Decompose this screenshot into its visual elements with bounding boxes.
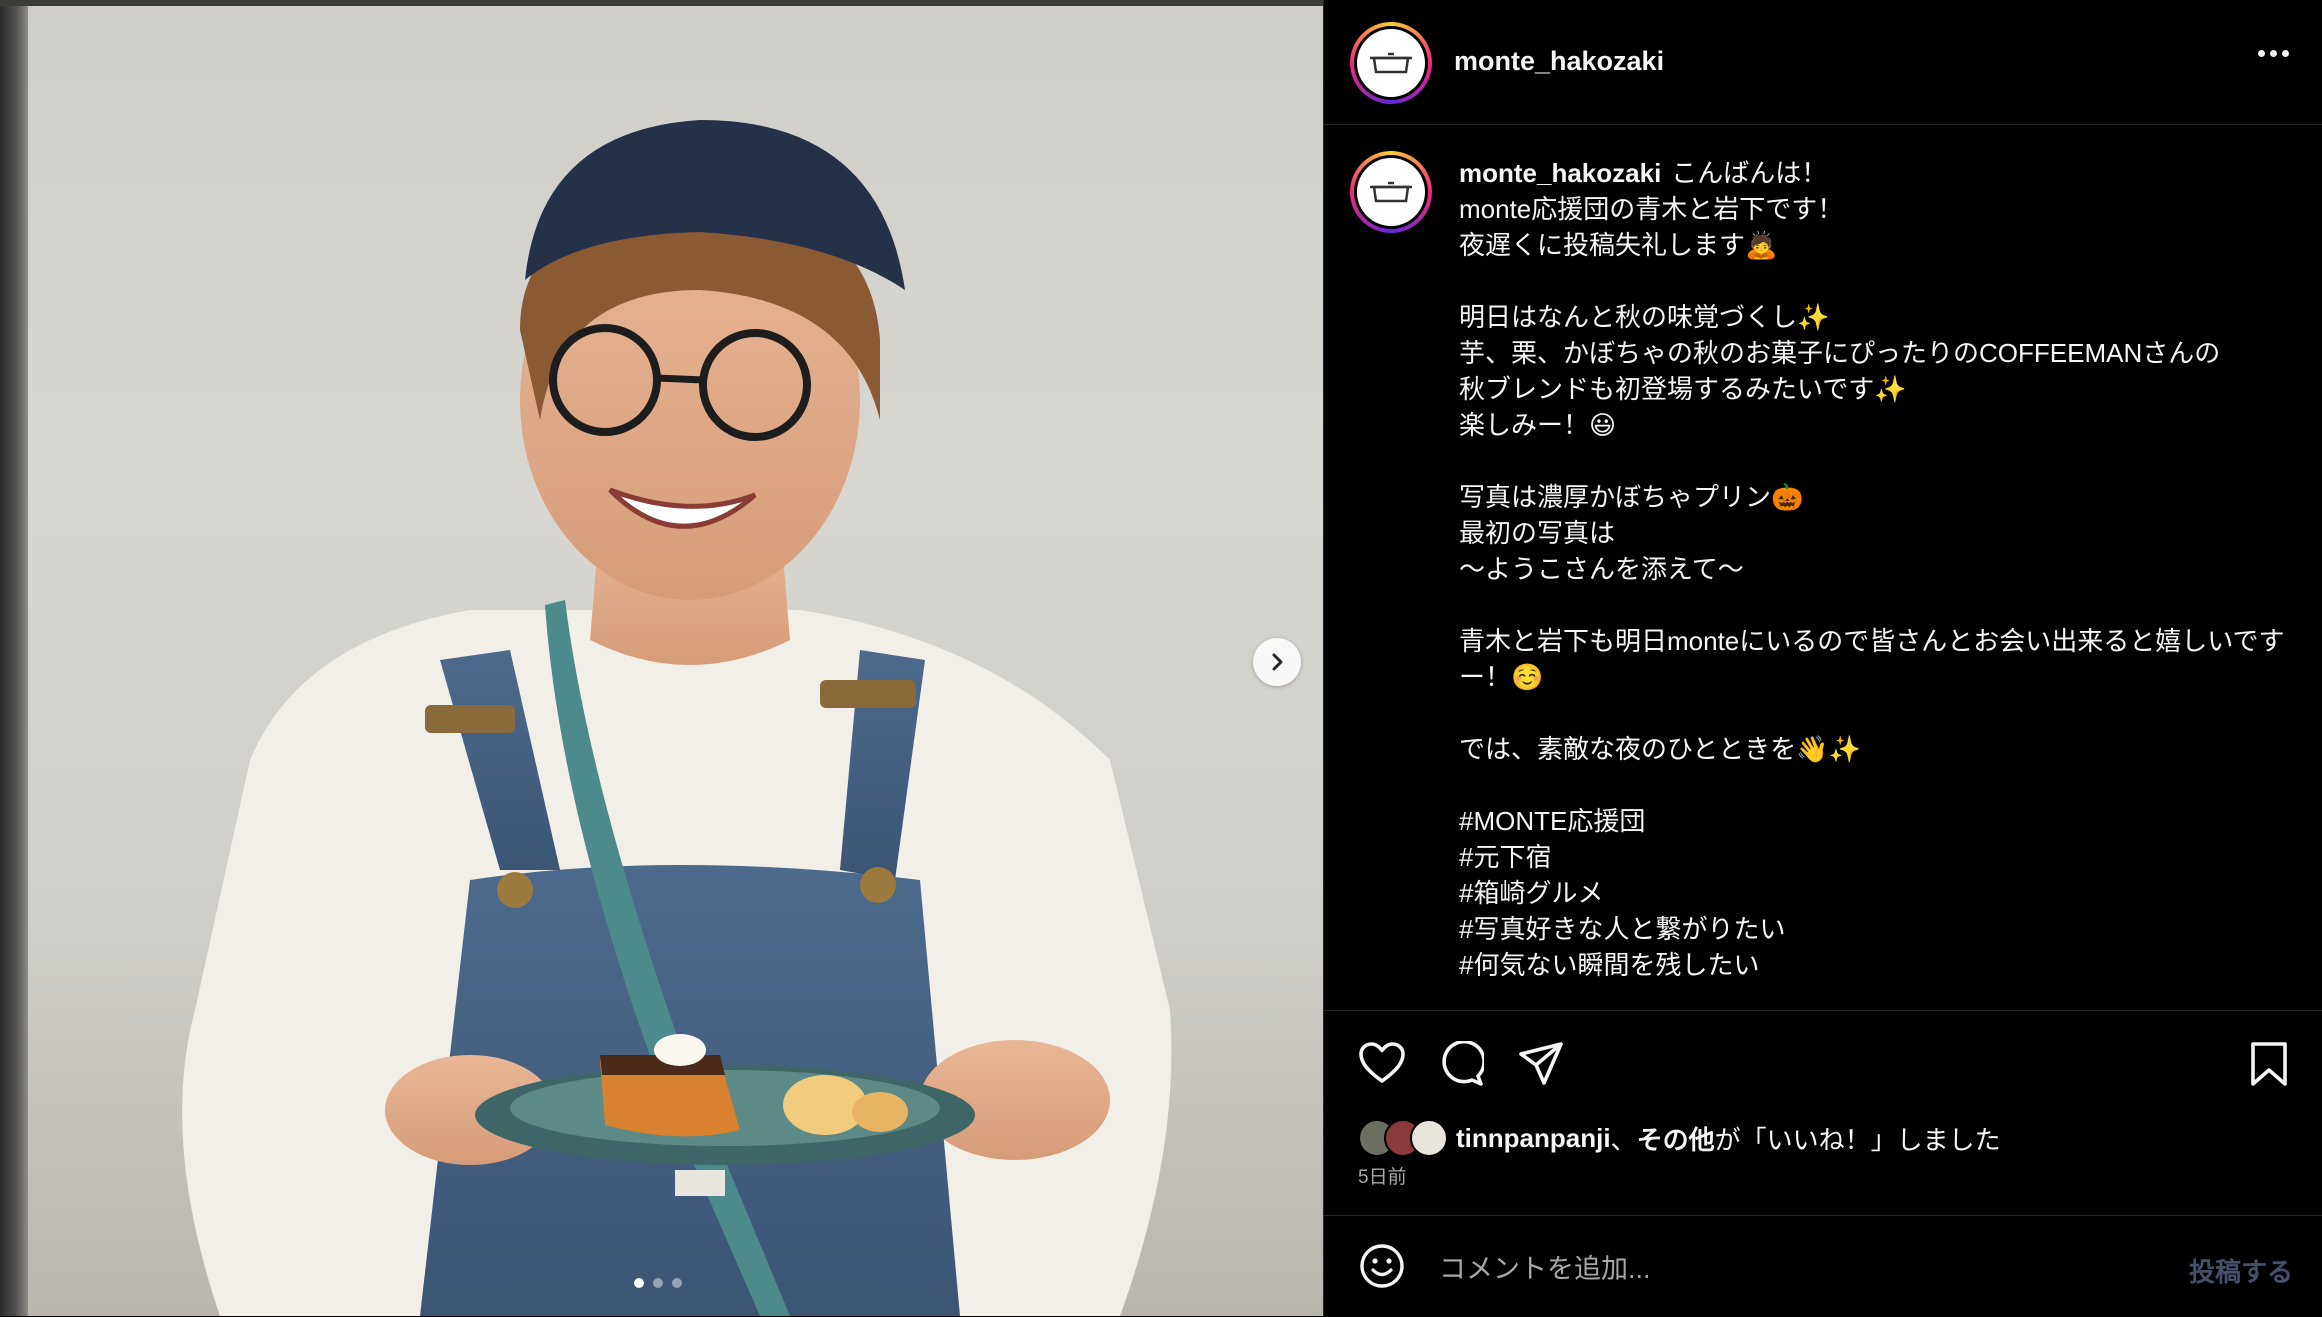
save-button[interactable] bbox=[2249, 1041, 2289, 1092]
post-header: monte_hakozaki bbox=[1324, 0, 2322, 125]
carousel-next-button[interactable] bbox=[1253, 638, 1301, 686]
liker-avatar[interactable] bbox=[1410, 1119, 1448, 1157]
chevron-right-icon bbox=[1272, 653, 1283, 671]
carousel-dot bbox=[634, 1278, 644, 1288]
comment-bubble-icon bbox=[1442, 1039, 1486, 1086]
pot-logo-icon bbox=[1370, 181, 1412, 203]
photo-illustration bbox=[182, 120, 1172, 1316]
bookmark-icon bbox=[2251, 1042, 2287, 1086]
heart-icon bbox=[1359, 1042, 1405, 1083]
more-dot-icon bbox=[2270, 50, 2277, 57]
post-actions: tinnpanpanji、その他 が「いいね！」しました 5日前 bbox=[1324, 1010, 2322, 1221]
caption-avatar[interactable] bbox=[1350, 151, 1432, 233]
share-button[interactable] bbox=[1518, 1041, 1564, 1092]
comments-scroll-area[interactable]: monte_hakozaki こんばんは！ monte応援団の青木と岩下です！ 夜… bbox=[1324, 125, 2322, 1005]
avatar[interactable] bbox=[1350, 22, 1432, 104]
caption-username[interactable]: monte_hakozaki bbox=[1459, 158, 1661, 188]
more-dot-icon bbox=[2282, 50, 2289, 57]
carousel-dot bbox=[672, 1278, 682, 1288]
comment-input[interactable] bbox=[1437, 1246, 2141, 1292]
more-options-button[interactable] bbox=[2258, 50, 2289, 57]
emoji-button[interactable] bbox=[1358, 1242, 1406, 1295]
header-username[interactable]: monte_hakozaki bbox=[1454, 46, 1664, 77]
post-comment-button[interactable]: 投稿する bbox=[2189, 1252, 2293, 1289]
liker-username[interactable]: tinnpanpanji bbox=[1456, 1123, 1611, 1154]
comment-button[interactable] bbox=[1438, 1039, 1486, 1092]
likes-others-link[interactable]: その他 bbox=[1637, 1120, 1715, 1157]
caption-text: こんばんは！ monte応援団の青木と岩下です！ 夜遅くに投稿失礼します🙇 明日… bbox=[1459, 158, 2285, 980]
likes-separator: 、 bbox=[1610, 1124, 1637, 1155]
add-comment-bar: 投稿する bbox=[1324, 1215, 2322, 1317]
post-caption: monte_hakozaki こんばんは！ monte応援団の青木と岩下です！ 夜… bbox=[1459, 155, 2289, 983]
post-photo bbox=[0, 0, 1323, 1316]
post-side-panel: monte_hakozaki monte_hakozaki こんばんは！ mont… bbox=[1323, 0, 2322, 1316]
carousel-indicator bbox=[634, 1278, 682, 1288]
likes-suffix: が「いいね！」しました bbox=[1714, 1124, 2001, 1155]
pot-logo-icon bbox=[1370, 52, 1412, 74]
send-paper-plane-icon bbox=[1519, 1042, 1563, 1085]
like-button[interactable] bbox=[1358, 1041, 1406, 1090]
liker-avatars bbox=[1358, 1119, 1448, 1157]
emoji-smiley-icon bbox=[1360, 1244, 1404, 1288]
post-timestamp[interactable]: 5日前 bbox=[1358, 1162, 1407, 1189]
more-dot-icon bbox=[2258, 50, 2265, 57]
likes-summary: tinnpanpanji、その他 が「いいね！」しました bbox=[1358, 1119, 2001, 1157]
carousel-dot bbox=[653, 1278, 663, 1288]
